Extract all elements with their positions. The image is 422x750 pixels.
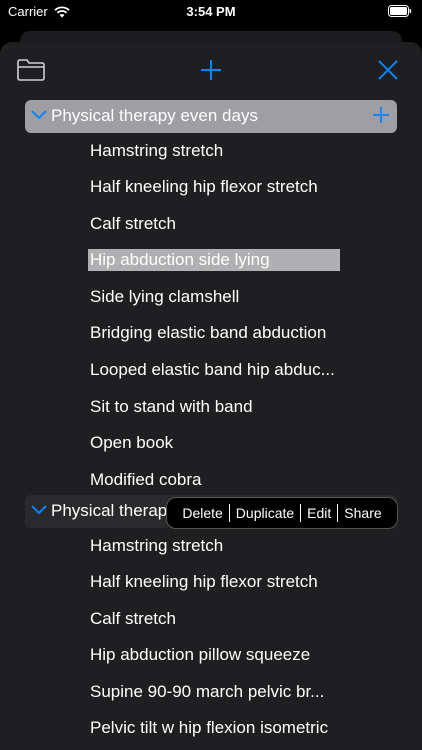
section-header-even-days[interactable]: Physical therapy even days <box>25 100 397 133</box>
list-item[interactable]: Sit to stand with band <box>88 396 255 418</box>
list-item[interactable]: Hamstring stretch <box>88 535 225 557</box>
context-menu: Delete Duplicate Edit Share <box>166 497 398 529</box>
list-item[interactable]: Open book <box>88 432 175 454</box>
list-item[interactable]: Hip abduction pillow squeeze <box>88 644 312 666</box>
list-item[interactable]: Bridging elastic band abduction <box>88 322 328 344</box>
close-icon[interactable] <box>376 58 400 82</box>
section-title: Physical therap <box>51 501 168 520</box>
chevron-down-icon[interactable] <box>31 110 47 120</box>
list-item[interactable]: Supine 90-90 march pelvic br... <box>88 681 326 703</box>
list-item[interactable]: Pelvic tilt w hip flexion isometric <box>88 717 330 739</box>
list-item[interactable]: Calf stretch <box>88 608 178 630</box>
list-item[interactable]: Modified cobra <box>88 469 204 491</box>
list-item-selected[interactable]: Hip abduction side lying <box>88 249 340 271</box>
battery-icon <box>388 5 412 17</box>
status-bar: Carrier 3:54 PM <box>0 0 422 26</box>
delete-menu-item[interactable]: Delete <box>176 504 228 522</box>
list-item[interactable]: Looped elastic band hip abduc... <box>88 359 337 381</box>
add-exercise-icon[interactable] <box>373 107 389 123</box>
list-item[interactable]: Half kneeling hip flexor stretch <box>88 571 320 593</box>
duplicate-menu-item[interactable]: Duplicate <box>230 504 300 522</box>
folder-icon[interactable] <box>16 58 46 82</box>
share-menu-item[interactable]: Share <box>338 504 387 522</box>
status-time: 3:54 PM <box>186 4 236 19</box>
chevron-down-icon[interactable] <box>31 505 47 515</box>
add-routine-button[interactable] <box>199 58 223 82</box>
list-item[interactable]: Side lying clamshell <box>88 286 241 308</box>
section-title: Physical therapy even days <box>51 106 258 125</box>
edit-menu-item[interactable]: Edit <box>301 504 337 522</box>
list-item[interactable]: Hamstring stretch <box>88 140 225 162</box>
list-item[interactable]: Calf stretch <box>88 213 178 235</box>
list-item[interactable]: Half kneeling hip flexor stretch <box>88 176 320 198</box>
